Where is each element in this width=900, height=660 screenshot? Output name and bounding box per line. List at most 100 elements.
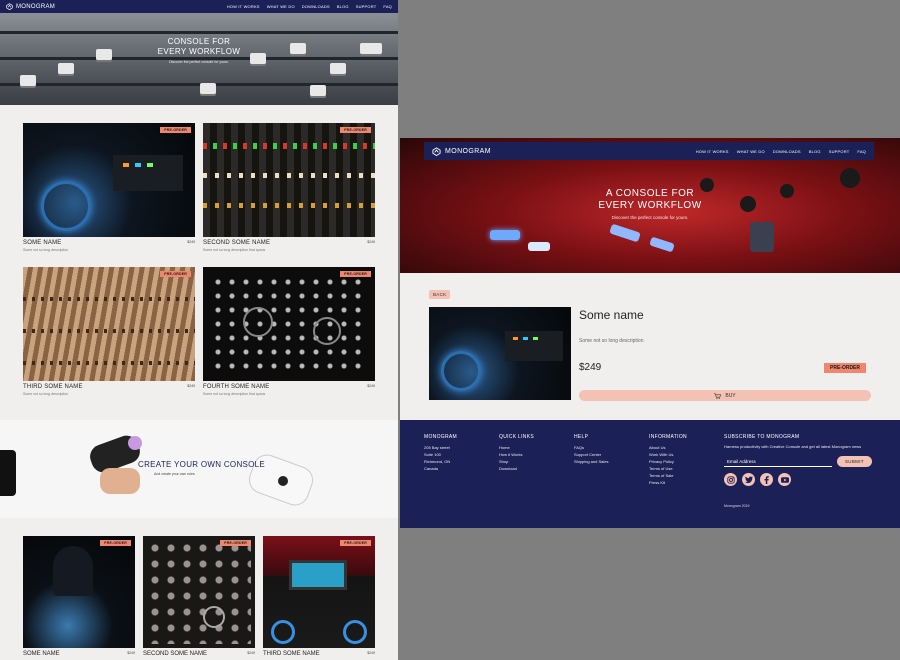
product-price: $249 <box>127 651 135 655</box>
subscribe-form: Email Address SUBMIT <box>724 456 874 467</box>
footer-link[interactable]: Press Kit <box>649 479 687 486</box>
hero-subtitle: Discover the perfect console for yours. <box>169 60 229 64</box>
product-name: SOME NAME <box>23 240 62 246</box>
create-subtitle: And create your own rules <box>154 472 195 476</box>
product-image <box>203 123 375 237</box>
product-card[interactable]: PRE-ORDER FOURTH SOME NAME $249 Some not… <box>203 267 375 405</box>
product-card[interactable]: PRE-ORDER SOME NAME $249 Some not so lon… <box>23 123 195 261</box>
footer-text: Canada <box>424 466 439 471</box>
product-image <box>23 123 195 237</box>
youtube-icon[interactable] <box>778 473 791 486</box>
twitter-icon[interactable] <box>742 473 755 486</box>
product-image <box>143 536 255 648</box>
product-card[interactable]: PRE-ORDER THIRD SOME NAME $249 Some not … <box>23 267 195 405</box>
product-desc: Some not so long description that spans <box>203 392 266 396</box>
nav-link[interactable]: HOW IT WORKS <box>227 4 260 9</box>
preorder-badge: PRE-ORDER <box>340 271 371 277</box>
product-name: SECOND SOME NAME <box>143 651 208 657</box>
footer-col-title: QUICK LINKS <box>499 434 534 440</box>
product-name: SOME NAME <box>23 651 60 657</box>
preorder-badge: PRE-ORDER <box>340 540 371 546</box>
footer-text: 205 Bay street <box>424 445 450 450</box>
instagram-icon[interactable] <box>724 473 737 486</box>
footer: MONOGRAM 205 Bay street Suite 100 Richmo… <box>400 420 900 528</box>
product-desc: Some not so long description <box>579 338 644 344</box>
product-image <box>23 536 135 648</box>
nav-link[interactable]: BLOG <box>809 149 821 154</box>
footer-link[interactable]: Privacy Policy <box>649 458 687 465</box>
preorder-badge: PRE-ORDER <box>160 271 191 277</box>
product-price: $249 <box>367 384 375 388</box>
brand-name: MONOGRAM <box>16 3 56 10</box>
product-price: $249 <box>579 362 602 373</box>
footer-link[interactable]: Shop <box>499 458 534 465</box>
nav-link[interactable]: SUPPORT <box>829 149 850 154</box>
create-title: CREATE YOUR OWN CONSOLE <box>138 460 266 469</box>
footer-text: Suite 100 <box>424 452 441 457</box>
buy-label: BUY <box>725 392 736 399</box>
nav-link[interactable]: HOW IT WORKS <box>696 149 729 154</box>
product-image <box>429 307 571 400</box>
product-card[interactable]: PRE-ORDER SECOND SOME NAME $249 Some not… <box>203 123 375 261</box>
product-detail-page: MONOGRAM HOW IT WORKS WHAT WE DO DOWNLOA… <box>400 138 900 528</box>
subscribe-title: SUBSCRIBE TO MONOGRAM <box>724 434 800 440</box>
facebook-icon[interactable] <box>760 473 773 486</box>
monogram-logo-icon <box>6 3 13 10</box>
hero-text: CONSOLE FOR EVERY WORKFLOW Discover the p… <box>0 37 398 64</box>
back-button[interactable]: BACK <box>429 290 451 299</box>
buy-button[interactable]: BUY <box>579 390 871 401</box>
footer-text: Richmond, ON <box>424 459 451 464</box>
create-console-banner[interactable]: CREATE YOUR OWN CONSOLE And create your … <box>0 420 398 518</box>
footer-link[interactable]: Home <box>499 444 534 451</box>
nav-links: HOW IT WORKS WHAT WE DO DOWNLOADS BLOG S… <box>696 149 866 154</box>
cart-icon <box>714 392 722 399</box>
product-card[interactable]: PRE-ORDER SOME NAME $249 <box>23 536 135 660</box>
nav-link[interactable]: SUPPORT <box>356 4 377 9</box>
footer-col-quick-links: QUICK LINKS Home How it Works Shop Downl… <box>499 434 534 472</box>
brand-name: MONOGRAM <box>445 147 491 155</box>
footer-link[interactable]: Terms of Use <box>649 465 687 472</box>
footer-link[interactable]: FAQs <box>574 444 608 451</box>
nav-link[interactable]: FAQ <box>383 4 392 9</box>
brand-logo[interactable]: MONOGRAM <box>432 146 491 156</box>
hero-banner: MONOGRAM HOW IT WORKS WHAT WE DO DOWNLOA… <box>400 138 900 273</box>
product-name: FOURTH SOME NAME <box>203 384 270 390</box>
nav-link[interactable]: FAQ <box>857 149 866 154</box>
footer-link[interactable]: Download <box>499 465 534 472</box>
footer-link[interactable]: About Us <box>649 444 687 451</box>
nav-link[interactable]: DOWNLOADS <box>302 4 330 9</box>
footer-col-title: INFORMATION <box>649 434 687 440</box>
brand-logo[interactable]: MONOGRAM <box>6 3 55 10</box>
nav-link[interactable]: WHAT WE DO <box>267 4 295 9</box>
top-nav: MONOGRAM HOW IT WORKS WHAT WE DO DOWNLOA… <box>424 142 874 160</box>
footer-link[interactable]: Shipping and Sales <box>574 458 608 465</box>
product-price: $249 <box>247 651 255 655</box>
nav-link[interactable]: BLOG <box>337 4 349 9</box>
hero-subtitle: Discover the perfect console for yours. <box>611 215 689 220</box>
product-card[interactable]: PRE-ORDER SECOND SOME NAME $249 <box>143 536 255 660</box>
monogram-logo-icon <box>432 146 441 156</box>
submit-button[interactable]: SUBMIT <box>837 456 872 467</box>
product-desc: Some not so long description <box>23 392 69 396</box>
create-text: CREATE YOUR OWN CONSOLE And create your … <box>138 460 265 476</box>
footer-link[interactable]: How it Works <box>499 451 534 458</box>
preorder-badge: PRE-ORDER <box>100 540 131 546</box>
product-price: $249 <box>187 240 195 244</box>
top-nav: MONOGRAM HOW IT WORKS WHAT WE DO DOWNLOA… <box>0 0 398 13</box>
preorder-badge: PRE-ORDER <box>824 363 867 373</box>
footer-link[interactable]: Terms of Sale <box>649 472 687 479</box>
hero-text: A CONSOLE FOR EVERY WORKFLOW Discover the… <box>580 188 720 220</box>
product-price: $249 <box>187 384 195 388</box>
product-card[interactable]: PRE-ORDER THIRD SOME NAME $249 <box>263 536 375 660</box>
nav-link[interactable]: DOWNLOADS <box>773 149 801 154</box>
hero-banner: CONSOLE FOR EVERY WORKFLOW Discover the p… <box>0 13 398 105</box>
nav-link[interactable]: WHAT WE DO <box>737 149 765 154</box>
footer-col-title: MONOGRAM <box>424 434 457 440</box>
product-image <box>263 536 375 648</box>
email-input[interactable]: Email Address <box>724 456 832 467</box>
footer-link[interactable]: Work With Us <box>649 451 687 458</box>
preorder-badge: PRE-ORDER <box>220 540 251 546</box>
subscribe-text: Harness productivity with Creative Conso… <box>724 444 862 449</box>
footer-col-information: INFORMATION About Us Work With Us Privac… <box>649 434 687 486</box>
footer-link[interactable]: Support Center <box>574 451 608 458</box>
